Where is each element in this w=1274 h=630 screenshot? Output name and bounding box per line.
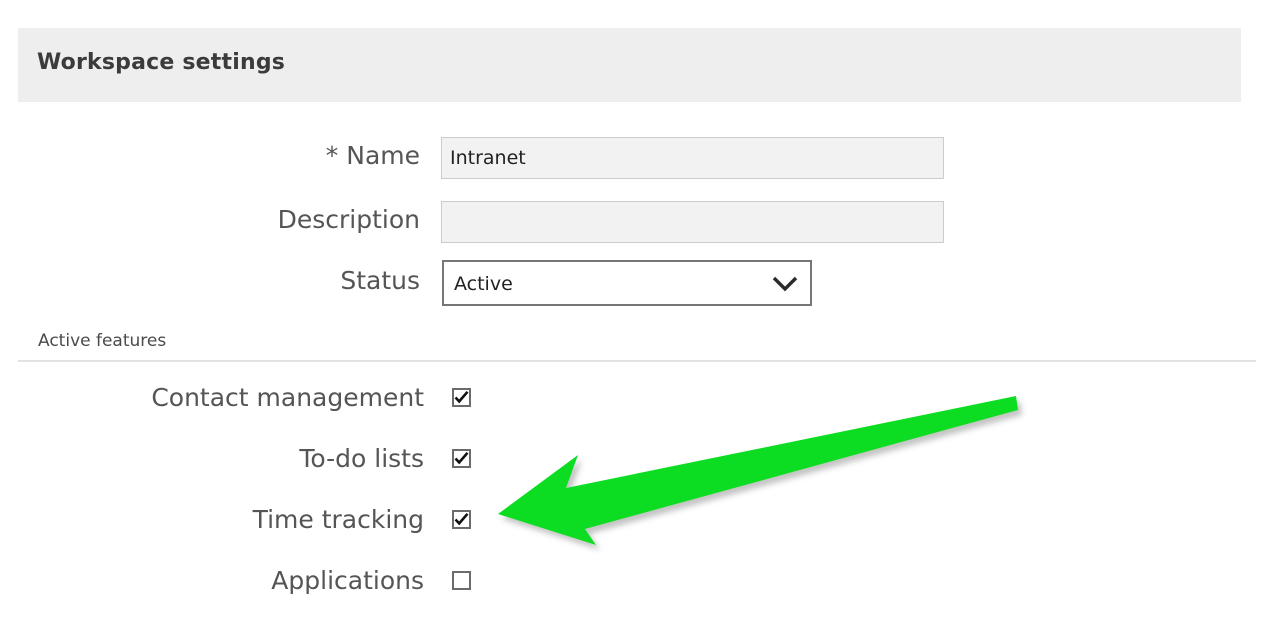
feature-row-time-tracking: Time tracking (0, 505, 1274, 545)
label-todo-lists: To-do lists (0, 444, 424, 473)
label-name: * Name (0, 141, 420, 170)
checkbox-time-tracking[interactable] (452, 510, 471, 529)
label-applications: Applications (0, 566, 424, 595)
checkbox-applications[interactable] (452, 571, 471, 590)
panel-header: Workspace settings (18, 28, 1241, 102)
page-title: Workspace settings (37, 50, 285, 75)
checkbox-todo-lists[interactable] (452, 449, 471, 468)
active-features-legend: Active features (38, 331, 166, 351)
description-input[interactable] (441, 201, 944, 243)
status-select-value: Active (454, 273, 513, 295)
status-select[interactable]: Active (442, 260, 812, 306)
form-row-status: Status Active (0, 260, 1274, 306)
label-status: Status (0, 266, 420, 295)
feature-row-applications: Applications (0, 566, 1274, 606)
section-divider (18, 360, 1256, 362)
feature-row-contact-management: Contact management (0, 383, 1274, 423)
form-row-description: Description (0, 201, 1274, 247)
workspace-settings-page: Workspace settings * Name Description St… (0, 0, 1274, 626)
name-input[interactable] (441, 137, 944, 179)
label-description: Description (0, 205, 420, 234)
form-row-name: * Name (0, 137, 1274, 183)
label-time-tracking: Time tracking (0, 505, 424, 534)
chevron-down-icon (772, 275, 798, 293)
label-contact-management: Contact management (0, 383, 424, 412)
checkbox-contact-management[interactable] (452, 388, 471, 407)
feature-row-todo-lists: To-do lists (0, 444, 1274, 484)
